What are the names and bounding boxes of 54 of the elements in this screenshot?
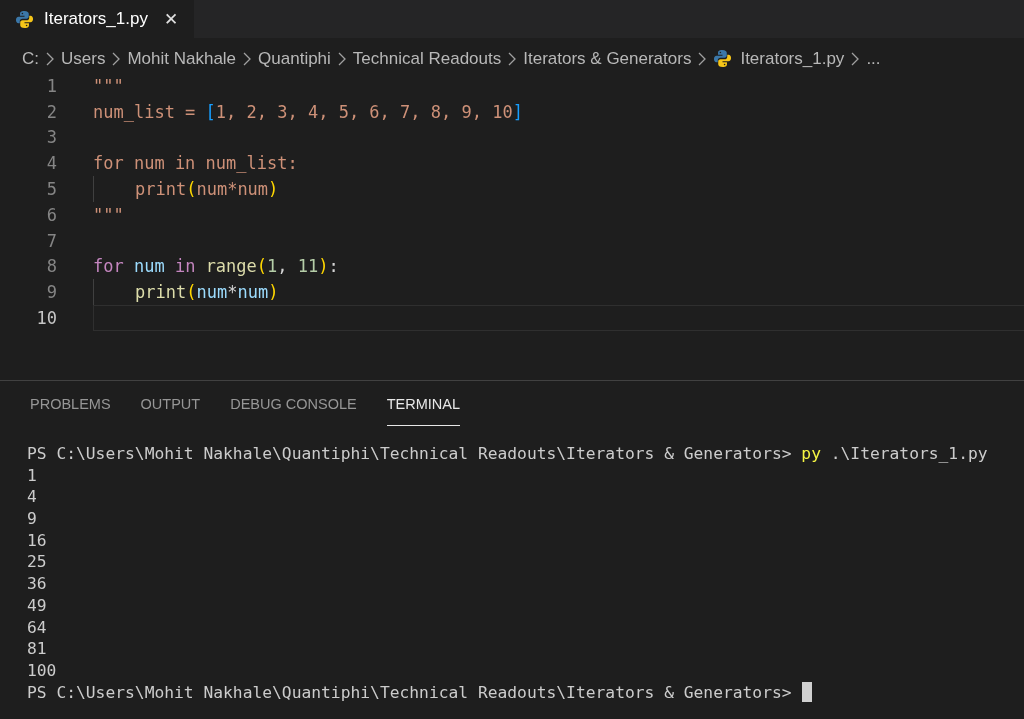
chevron-right-icon	[337, 51, 346, 66]
chevron-right-icon	[508, 51, 517, 66]
code-line: """	[93, 204, 124, 225]
chevron-right-icon	[698, 51, 707, 66]
breadcrumb-file[interactable]: Iterators_1.py	[713, 48, 845, 69]
python-icon	[713, 49, 733, 68]
line-number: 2	[45, 101, 57, 122]
terminal-prompt: PS C:\Users\Mohit Nakhale\Quantiphi\Technical Readouts\Iterators & Generators>	[27, 681, 792, 704]
code-line: num_list = [1, 2, 3, 4, 5, 6, 7, 8, 9, 10]	[93, 101, 523, 122]
panel-tab[interactable]: TERMINAL	[386, 381, 461, 426]
line-number: 8	[45, 256, 57, 277]
code-line: print(num*num)	[135, 282, 279, 303]
line-number: 5	[45, 179, 57, 200]
terminal-output: 36	[27, 573, 47, 595]
code-line: print(num*num)	[135, 179, 279, 200]
terminal-command: py	[801, 443, 821, 465]
terminal-output: 25	[27, 551, 47, 574]
panel-tab[interactable]: DEBUG CONSOLE	[230, 381, 357, 426]
breadcrumb-folder[interactable]: C:	[22, 48, 39, 69]
terminal-output: 49	[27, 594, 47, 617]
terminal-output: 100	[27, 659, 57, 682]
chevron-right-icon	[112, 51, 121, 66]
terminal-argument: .\Iterators_1.py	[830, 443, 988, 465]
terminal-output: 9	[27, 508, 37, 530]
breadcrumb-folder[interactable]: Iterators & Generators	[523, 48, 692, 69]
code-line: for num in range(1, 11):	[93, 256, 339, 277]
editor-tab[interactable]: Iterators_1.py ✕	[0, 0, 194, 38]
line-number: 3	[45, 127, 57, 148]
breadcrumb-folder[interactable]: Technical Readouts	[352, 48, 502, 69]
chevron-right-icon	[243, 51, 252, 66]
code-line: for num in num_list:	[93, 153, 298, 174]
terminal-output: 4	[27, 486, 37, 509]
python-icon	[15, 9, 34, 29]
panel-tab[interactable]: OUTPUT	[140, 381, 201, 426]
breadcrumb-folder[interactable]: Mohit Nakhale	[127, 48, 237, 69]
breadcrumb-more[interactable]: ...	[866, 48, 881, 69]
panel-tab[interactable]: PROBLEMS	[30, 381, 111, 426]
chevron-right-icon	[851, 51, 860, 66]
terminal-prompt: PS C:\Users\Mohit Nakhale\Quantiphi\Technical Readouts\Iterators & Generators>	[27, 443, 792, 465]
breadcrumb-folder[interactable]: Quantiphi	[258, 48, 331, 69]
chevron-right-icon	[46, 51, 54, 66]
terminal-output: 16	[27, 529, 47, 552]
breadcrumb-folder[interactable]: Users	[61, 48, 106, 69]
terminal-output: 81	[27, 638, 47, 660]
line-number: 10	[35, 308, 57, 329]
line-number: 1	[45, 75, 57, 96]
line-number: 6	[45, 204, 57, 225]
terminal-output: 64	[27, 616, 47, 639]
close-icon[interactable]: ✕	[163, 8, 178, 30]
line-number: 7	[45, 230, 57, 251]
line-number: 9	[45, 282, 57, 303]
code-line: """	[93, 75, 124, 96]
line-number: 4	[45, 153, 57, 174]
terminal-output: 1	[27, 464, 37, 487]
